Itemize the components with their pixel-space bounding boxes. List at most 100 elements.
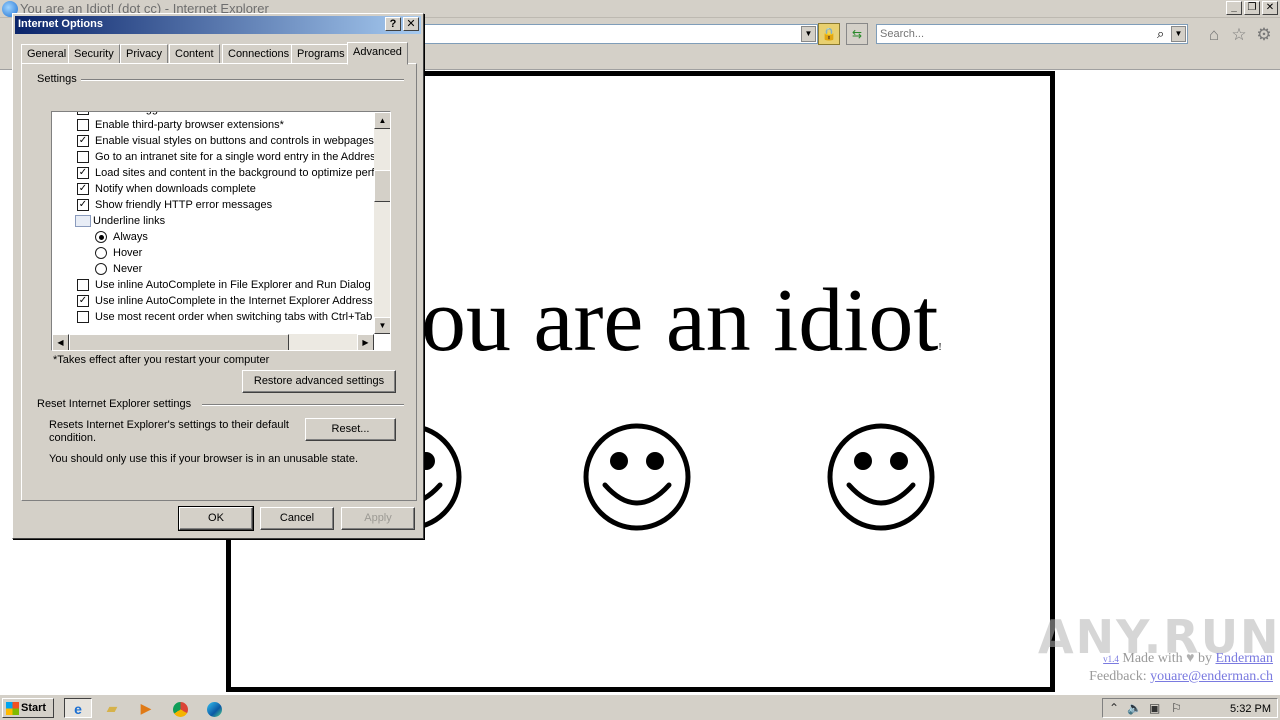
- settings-row-label: Show friendly HTTP error messages: [95, 199, 273, 211]
- checkbox-checked[interactable]: ✓: [77, 167, 89, 179]
- tab-privacy[interactable]: Privacy: [120, 44, 169, 64]
- radio-unselected[interactable]: [95, 247, 107, 259]
- vertical-scroll-thumb[interactable]: [374, 170, 390, 202]
- tab-security[interactable]: Security: [68, 44, 120, 64]
- taskbar-internet-explorer-icon[interactable]: e: [64, 698, 92, 718]
- address-dropdown-icon[interactable]: ▼: [801, 26, 816, 42]
- horizontal-scrollbar[interactable]: ◀ ▶: [52, 334, 374, 350]
- taskbar-file-explorer-icon[interactable]: ▰: [98, 698, 126, 718]
- checkbox-checked[interactable]: ✓: [77, 135, 89, 147]
- settings-row-label: Always: [113, 231, 148, 243]
- reset-warning: You should only use this if your browser…: [49, 453, 358, 465]
- restore-advanced-settings-button[interactable]: Restore advanced settings: [242, 370, 396, 393]
- search-box[interactable]: ⌕ ▼: [876, 24, 1188, 44]
- dialog-title: Internet Options: [18, 18, 103, 30]
- network-icon[interactable]: ▣: [1149, 700, 1160, 716]
- checkbox-checked[interactable]: ✓: [77, 199, 89, 211]
- search-dropdown-icon[interactable]: ▼: [1171, 26, 1186, 42]
- settings-tree[interactable]: Enable Suggested SitesEnable third-party…: [51, 111, 391, 351]
- made-with-text: Made with: [1122, 651, 1183, 666]
- checkbox-unchecked[interactable]: [77, 119, 89, 131]
- scroll-up-icon[interactable]: ▲: [374, 112, 390, 129]
- settings-divider: [78, 79, 404, 81]
- checkbox-checked[interactable]: ✓: [77, 183, 89, 195]
- radio-unselected[interactable]: [95, 263, 107, 275]
- settings-group-icon: [75, 215, 91, 227]
- minimize-button[interactable]: _: [1226, 1, 1242, 15]
- tab-general[interactable]: General: [21, 44, 73, 64]
- smiley-face-icon: [825, 421, 937, 533]
- home-icon[interactable]: ⌂: [1204, 25, 1224, 45]
- checkbox-unchecked[interactable]: [77, 112, 89, 115]
- scroll-right-icon[interactable]: ▶: [357, 334, 374, 350]
- settings-row-label: Use inline AutoComplete in File Explorer…: [95, 279, 371, 291]
- vertical-scrollbar[interactable]: ▲ ▼: [374, 112, 390, 334]
- cancel-button[interactable]: Cancel: [260, 507, 334, 530]
- reset-divider: [202, 404, 404, 406]
- windows-logo-icon: [6, 702, 19, 715]
- headline-trailing: !: [938, 342, 942, 353]
- tab-content[interactable]: Content: [169, 44, 220, 64]
- settings-row-label: Underline links: [93, 215, 166, 227]
- headline-text: ou are an idiot: [421, 271, 939, 370]
- checkbox-checked[interactable]: ✓: [77, 295, 89, 307]
- volume-icon[interactable]: 🔈: [1127, 700, 1142, 716]
- tray-expand-icon[interactable]: ⌃: [1109, 700, 1119, 716]
- lock-icon[interactable]: 🔒: [818, 23, 840, 45]
- advanced-tab-panel: Settings Enable Suggested SitesEnable th…: [21, 63, 417, 501]
- search-input[interactable]: [880, 27, 1150, 41]
- settings-group-label: Settings: [37, 73, 81, 85]
- system-tray: ⌃ 🔈 ▣ ⚐ 5:32 PM: [1102, 698, 1278, 718]
- radio-selected[interactable]: [95, 231, 107, 243]
- internet-options-dialog: Internet Options ? ✕ General Security Pr…: [12, 13, 424, 539]
- version-link[interactable]: v1.4: [1103, 654, 1119, 664]
- restart-note: *Takes effect after you restart your com…: [53, 354, 270, 366]
- taskbar: Start e ▰ ▶ ⌃ 🔈 ▣ ⚐ 5:32 PM: [0, 694, 1280, 720]
- settings-row-label: Enable third-party browser extensions*: [95, 119, 284, 131]
- action-center-flag-icon[interactable]: ⚐: [1171, 700, 1182, 716]
- settings-row-label: Notify when downloads complete: [95, 183, 256, 195]
- scroll-left-icon[interactable]: ◀: [52, 334, 69, 350]
- address-bar[interactable]: ▼: [420, 24, 818, 44]
- feedback-email-link[interactable]: youare@enderman.ch: [1150, 669, 1273, 684]
- settings-row-label: Hover: [113, 247, 143, 259]
- checkbox-unchecked[interactable]: [77, 311, 89, 323]
- refresh-icon[interactable]: ⇆: [846, 23, 868, 45]
- horizontal-scroll-thumb[interactable]: [69, 334, 289, 350]
- smiley-face-icon: [581, 421, 693, 533]
- restore-button[interactable]: ❐: [1244, 1, 1260, 15]
- gear-icon[interactable]: ⚙: [1254, 25, 1274, 45]
- ok-button[interactable]: OK: [178, 506, 254, 531]
- author-link[interactable]: Enderman: [1215, 651, 1273, 666]
- favorites-star-icon[interactable]: ☆: [1229, 25, 1249, 45]
- heart-icon: ♥: [1186, 651, 1195, 666]
- dialog-titlebar[interactable]: Internet Options ? ✕: [15, 16, 421, 34]
- settings-row-label: Use inline AutoComplete in the Internet …: [95, 295, 391, 307]
- tab-connections[interactable]: Connections: [222, 44, 296, 64]
- taskbar-media-player-icon[interactable]: ▶: [132, 698, 160, 718]
- reset-group-label: Reset Internet Explorer settings: [37, 398, 196, 410]
- settings-row-label: Use most recent order when switching tab…: [95, 311, 373, 323]
- close-window-button[interactable]: ✕: [1262, 1, 1278, 15]
- scroll-down-icon[interactable]: ▼: [374, 317, 390, 334]
- tab-programs[interactable]: Programs: [291, 44, 351, 64]
- reset-description: Resets Internet Explorer's settings to t…: [49, 419, 289, 444]
- credits: v1.4 Made with ♥ by Enderman Feedback: y…: [1089, 650, 1273, 685]
- start-label: Start: [21, 702, 47, 714]
- help-button[interactable]: ?: [385, 17, 401, 31]
- taskbar-clock[interactable]: 5:32 PM: [1230, 701, 1271, 717]
- page-headline: ou are an idiot!: [421, 276, 942, 366]
- checkbox-unchecked[interactable]: [77, 151, 89, 163]
- tab-advanced[interactable]: Advanced: [347, 42, 408, 65]
- dialog-close-button[interactable]: ✕: [403, 17, 419, 31]
- reset-button[interactable]: Reset...: [305, 418, 396, 441]
- checkbox-unchecked[interactable]: [77, 279, 89, 291]
- settings-row-label: Never: [113, 263, 143, 275]
- settings-row-label: Load sites and content in the background…: [95, 167, 391, 179]
- settings-row-label: Go to an intranet site for a single word…: [95, 151, 391, 163]
- start-button[interactable]: Start: [2, 698, 54, 718]
- taskbar-chrome-icon[interactable]: [166, 698, 194, 718]
- search-icon[interactable]: ⌕: [1157, 26, 1164, 42]
- taskbar-edge-icon[interactable]: [200, 698, 228, 718]
- apply-button[interactable]: Apply: [341, 507, 415, 530]
